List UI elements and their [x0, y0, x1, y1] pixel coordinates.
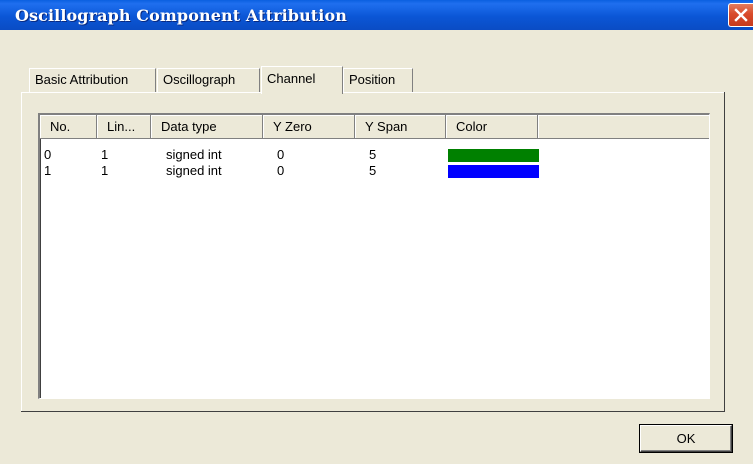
- color-swatch[interactable]: [448, 149, 539, 162]
- close-button[interactable]: [728, 3, 753, 27]
- window-title: Oscillograph Component Attribution: [15, 6, 347, 25]
- cell-line: 1: [101, 147, 109, 162]
- table-row[interactable]: 0 1 signed int 0 5: [40, 147, 709, 162]
- cell-y-span: 5: [369, 163, 377, 178]
- column-header-color[interactable]: Color: [446, 115, 538, 139]
- cell-y-zero: 0: [277, 147, 285, 162]
- column-header-line[interactable]: Lin...: [97, 115, 151, 139]
- color-swatch[interactable]: [448, 165, 539, 178]
- cell-y-zero: 0: [277, 163, 285, 178]
- tab-oscillograph[interactable]: Oscillograph: [157, 68, 260, 92]
- column-header-no[interactable]: No.: [40, 115, 97, 139]
- ok-button[interactable]: OK: [640, 425, 732, 452]
- tab-basic-attribution[interactable]: Basic Attribution: [29, 68, 156, 92]
- tab-position[interactable]: Position: [343, 68, 413, 92]
- cell-y-span: 5: [369, 147, 377, 162]
- title-bar[interactable]: Oscillograph Component Attribution: [0, 0, 753, 30]
- cell-no: 1: [44, 163, 52, 178]
- list-header: No. Lin... Data type Y Zero Y Span Color: [40, 115, 709, 139]
- column-header-y-zero[interactable]: Y Zero: [263, 115, 355, 139]
- column-header-filler: [538, 115, 709, 139]
- cell-data-type: signed int: [166, 147, 222, 162]
- close-icon: [734, 8, 748, 22]
- column-header-y-span[interactable]: Y Span: [355, 115, 446, 139]
- cell-line: 1: [101, 163, 109, 178]
- cell-no: 0: [44, 147, 52, 162]
- table-row[interactable]: 1 1 signed int 0 5: [40, 163, 709, 178]
- column-header-data-type[interactable]: Data type: [151, 115, 263, 139]
- tab-channel[interactable]: Channel: [261, 66, 343, 94]
- cell-data-type: signed int: [166, 163, 222, 178]
- channel-list[interactable]: No. Lin... Data type Y Zero Y Span Color…: [38, 113, 710, 399]
